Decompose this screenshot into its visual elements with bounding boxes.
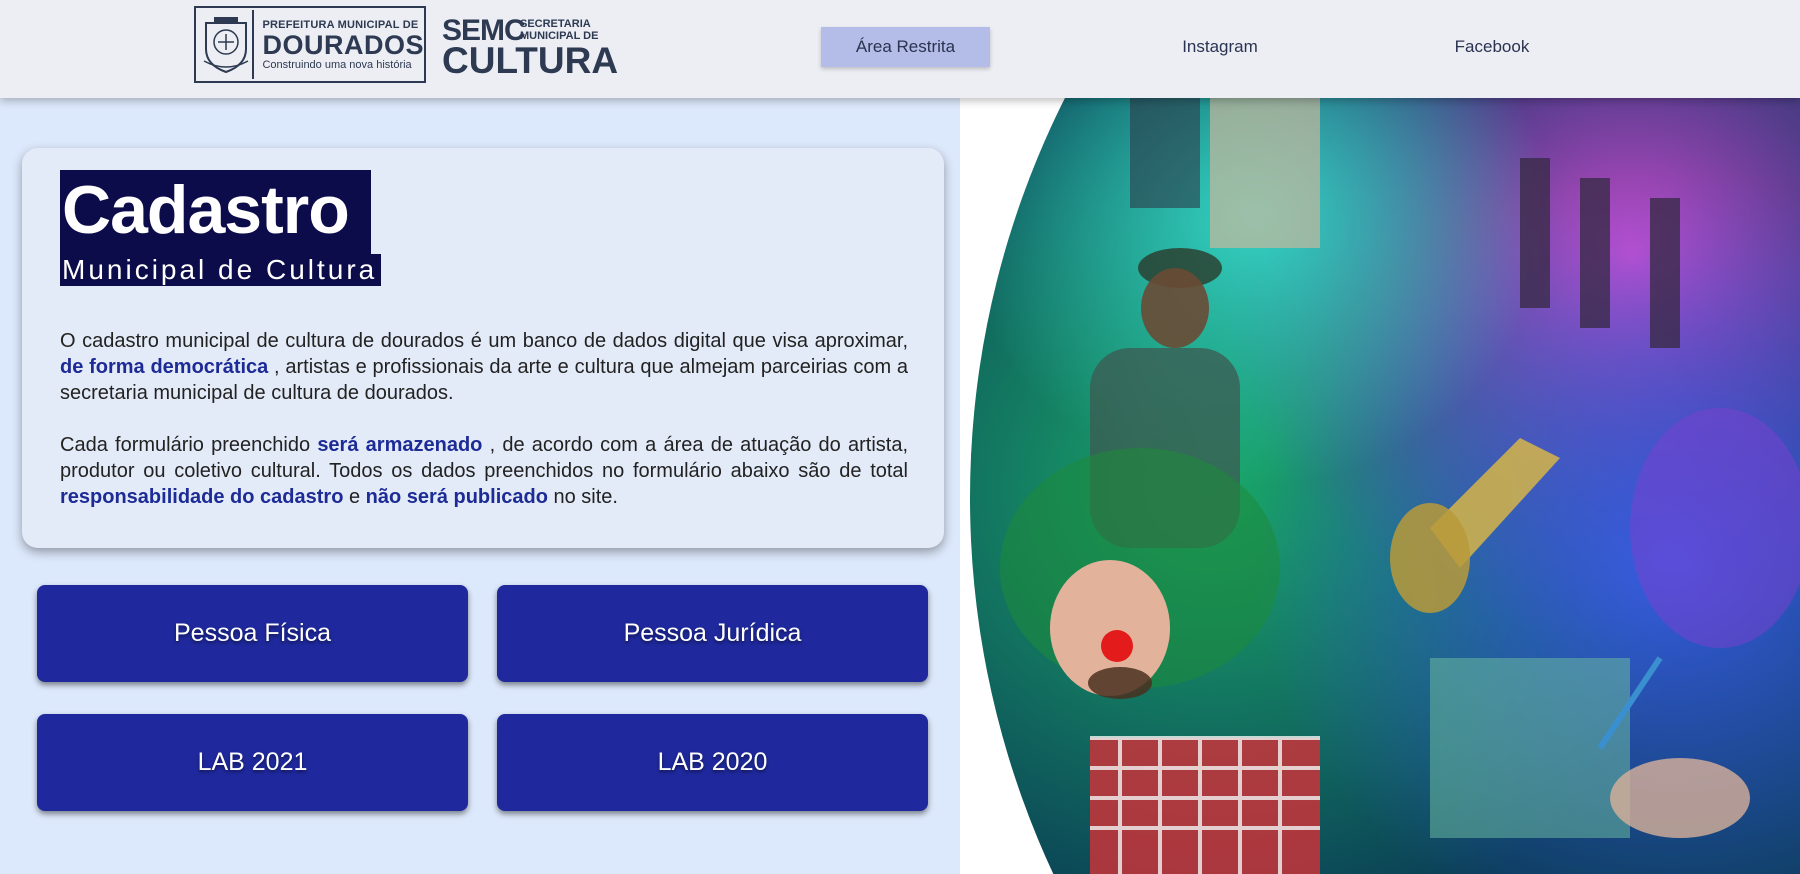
pessoa-juridica-button[interactable]: Pessoa Jurídica [497,585,928,682]
semc-word: CULTURA [442,40,619,81]
site-header: PREFEITURA MUNICIPAL DE DOURADOS Constru… [0,0,1800,98]
p2-text-d: no site. [547,486,618,508]
p1-text-a: O cadastro municipal de cultura de doura… [60,330,908,352]
pref-logo-main: DOURADOS [262,29,424,60]
culture-collage-image [960,98,1800,874]
p2-highlight-1: será armazenado [317,434,483,456]
semc-subtitle: SECRETARIA MUNICIPAL DE [520,18,598,42]
intro-card: Cadastro Municipal de Cultura O cadastro… [22,148,944,548]
crest-icon [200,10,255,79]
p2-text-a: Cada formulário preenchido [60,434,318,456]
prefeitura-logo[interactable]: PREFEITURA MUNICIPAL DE DOURADOS Constru… [194,6,426,83]
lab-2021-button[interactable]: LAB 2021 [37,714,468,811]
page-title: Cadastro Municipal de Cultura [60,170,382,286]
p2-highlight-3: não será publicado [365,486,548,508]
title-main: Cadastro [60,170,371,254]
p1-highlight: de forma democrática [60,356,269,378]
pref-logo-top: PREFEITURA MUNICIPAL DE [262,18,419,31]
semc-line1: SECRETARIA [520,18,591,30]
nav-area-restrita[interactable]: Área Restrita [821,27,990,67]
intro-paragraph-2: Cada formulário preenchido será armazena… [60,432,908,510]
lab-2020-button[interactable]: LAB 2020 [497,714,928,811]
p2-text-c: e [343,486,366,508]
p2-highlight-2: responsabilidade do cadastro [60,486,344,508]
pessoa-fisica-button[interactable]: Pessoa Física [37,585,468,682]
nav-instagram[interactable]: Instagram [1140,27,1300,67]
semc-logo[interactable]: SEMC SECRETARIA MUNICIPAL DE CULTURA [442,14,618,81]
title-subtitle: Municipal de Cultura [60,254,382,286]
intro-paragraph-1: O cadastro municipal de cultura de doura… [60,328,908,406]
nav-facebook[interactable]: Facebook [1412,27,1572,67]
pref-logo-sub: Construindo uma nova história [262,58,412,71]
